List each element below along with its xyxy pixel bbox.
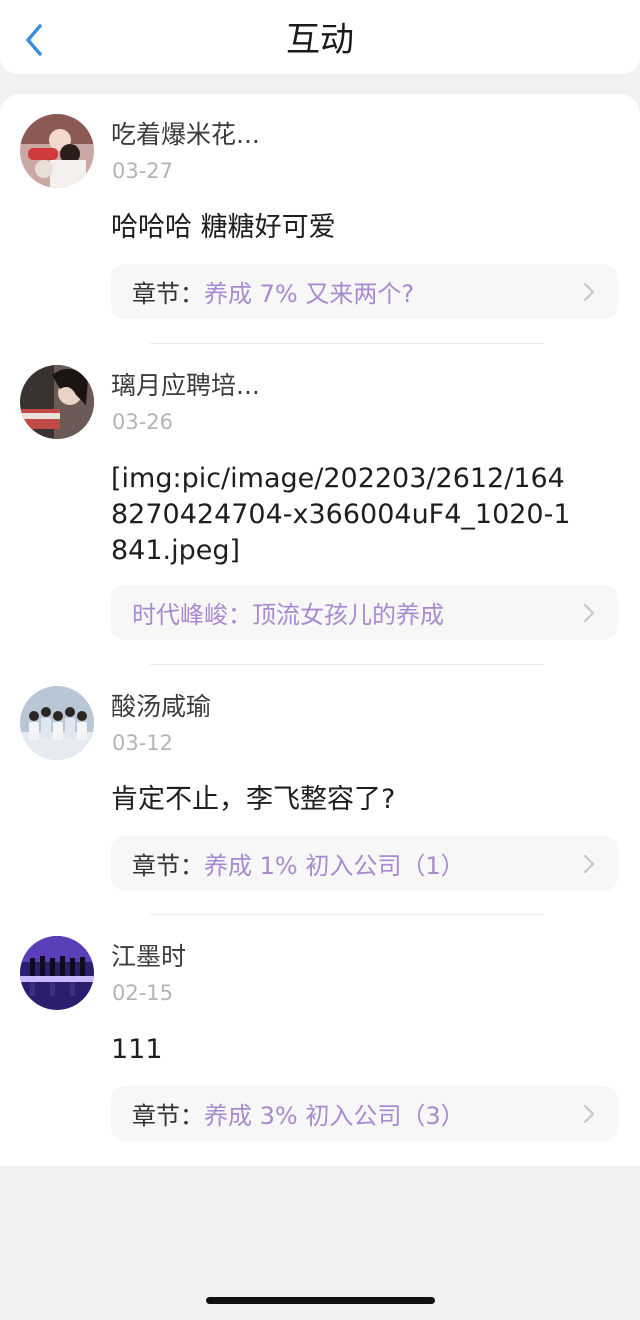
chevron-right-icon	[583, 854, 595, 874]
avatar[interactable]	[20, 936, 94, 1010]
top-bar: 互动	[0, 0, 640, 74]
chevron-right-icon	[583, 1104, 595, 1124]
comment-list: 吃着爆米花... 03-27 哈哈哈 糖糖好可爱 章节： 养成 7% 又来两个?…	[0, 94, 640, 1166]
chapter-link[interactable]: 时代峰峻：顶流女孩儿的养成	[111, 585, 618, 640]
chapter-link[interactable]: 章节： 养成 3% 初入公司（3）	[111, 1086, 618, 1141]
comment-date: 02-15	[112, 981, 174, 1005]
avatar[interactable]	[20, 114, 94, 188]
chapter-prefix: 章节：	[132, 1102, 204, 1130]
comment-date: 03-26	[112, 410, 174, 434]
chevron-right-icon	[583, 603, 595, 623]
divider	[150, 664, 544, 665]
chapter-link[interactable]: 章节： 养成 7% 又来两个?	[111, 264, 618, 319]
avatar[interactable]	[20, 686, 94, 760]
chapter-prefix: 章节：	[132, 280, 204, 308]
username[interactable]: 吃着爆米花...	[111, 118, 260, 152]
username[interactable]: 璃月应聘培...	[111, 369, 260, 403]
home-indicator[interactable]	[206, 1297, 435, 1304]
chapter-title: 养成 7% 又来两个?	[204, 280, 415, 308]
chapter-title: 养成 3% 初入公司（3）	[204, 1102, 465, 1130]
avatar[interactable]	[20, 365, 94, 439]
chapter-link[interactable]: 章节： 养成 1% 初入公司（1）	[111, 836, 618, 891]
divider	[150, 914, 544, 915]
username[interactable]: 酸汤咸瑜	[111, 690, 211, 724]
chapter-title: 养成 1% 初入公司（1）	[204, 852, 465, 880]
username[interactable]: 江墨时	[111, 940, 186, 974]
comment-text: 111	[111, 1034, 163, 1065]
chapter-prefix: 章节：	[132, 852, 204, 880]
comment-text: [img:pic/image/202203/2612/1648270424704…	[111, 463, 571, 566]
chapter-title: 时代峰峻：顶流女孩儿的养成	[132, 601, 444, 629]
comment-text: 肯定不止，李飞整容了?	[111, 784, 396, 815]
comment-date: 03-12	[112, 731, 174, 755]
comment-date: 03-27	[112, 159, 174, 183]
divider	[150, 343, 544, 344]
page-title: 互动	[286, 20, 354, 60]
chevron-right-icon	[583, 282, 595, 302]
comment-text: 哈哈哈 糖糖好可爱	[111, 212, 336, 243]
